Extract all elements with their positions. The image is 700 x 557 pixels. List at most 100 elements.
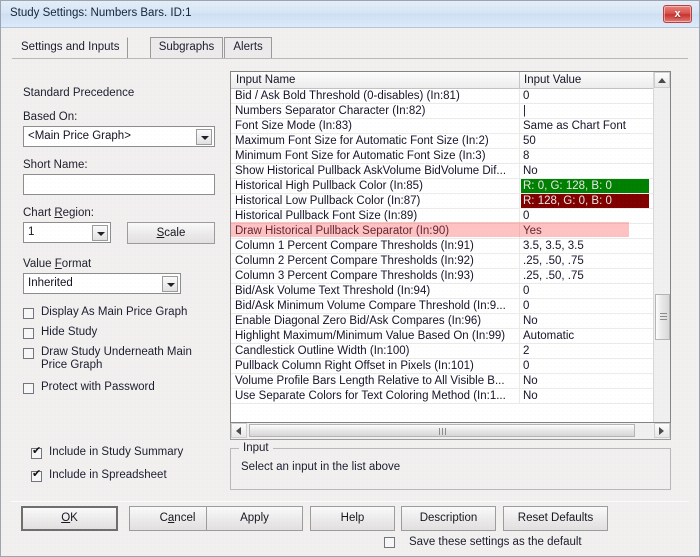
row-input-value: No bbox=[523, 165, 538, 177]
table-row[interactable]: Column 2 Percent Compare Thresholds (In:… bbox=[231, 254, 670, 269]
tab-subgraphs[interactable]: Subgraphs bbox=[149, 37, 224, 59]
checkbox-box[interactable] bbox=[23, 348, 34, 359]
input-group-title: Input bbox=[239, 442, 273, 454]
checkbox-label: Hide Study bbox=[41, 326, 98, 338]
save-default-checkbox[interactable]: Save these settings as the default bbox=[384, 535, 582, 548]
table-row[interactable]: Draw Historical Pullback Separator (In:9… bbox=[231, 224, 670, 239]
column-divider[interactable] bbox=[519, 72, 520, 89]
row-input-name: Numbers Separator Character (In:82) bbox=[235, 105, 426, 117]
row-input-value: No bbox=[523, 375, 538, 387]
checkbox-hide-study[interactable]: Hide Study bbox=[23, 326, 215, 339]
scroll-right-icon[interactable] bbox=[654, 423, 670, 438]
row-column-divider bbox=[519, 149, 520, 164]
checkbox-protect-with-password[interactable]: Protect with Password bbox=[23, 381, 215, 394]
row-column-divider bbox=[519, 104, 520, 119]
chart-region-label-text: Chart Region: bbox=[23, 207, 94, 219]
close-button[interactable]: x bbox=[663, 5, 692, 23]
row-input-name: Pullback Column Right Offset in Pixels (… bbox=[235, 360, 474, 372]
table-row[interactable]: Bid/Ask Volume Text Threshold (In:94) 0 bbox=[231, 284, 670, 299]
checkbox-label: Draw Study Underneath Main Price Graph bbox=[41, 346, 192, 371]
row-input-value: 2 bbox=[523, 345, 530, 357]
button-reset-defaults[interactable]: Reset Defaults bbox=[503, 506, 608, 531]
inputs-list[interactable]: Input Name Input Value Bid / Ask Bold Th… bbox=[230, 71, 671, 423]
based-on-value: <Main Price Graph> bbox=[28, 130, 131, 142]
button-help[interactable]: Help bbox=[310, 506, 395, 531]
row-input-name: Column 2 Percent Compare Thresholds (In:… bbox=[235, 255, 474, 267]
table-row[interactable]: Column 3 Percent Compare Thresholds (In:… bbox=[231, 269, 670, 284]
table-row[interactable]: Historical Pullback Font Size (In:89) 0 bbox=[231, 209, 670, 224]
button-ok[interactable]: OK bbox=[21, 506, 118, 531]
button-label: Reset Defaults bbox=[517, 512, 594, 524]
scroll-left-icon[interactable] bbox=[231, 423, 247, 438]
value-format-label: Value Format bbox=[23, 258, 92, 270]
button-apply[interactable]: Apply bbox=[206, 506, 303, 531]
table-row[interactable]: Bid/Ask Minimum Volume Compare Threshold… bbox=[231, 299, 670, 314]
table-row[interactable]: Historical Low Pullback Color (In:87) R: … bbox=[231, 194, 670, 209]
row-input-value: Yes bbox=[523, 225, 542, 237]
checkbox-label: Display As Main Price Graph bbox=[41, 306, 188, 318]
row-column-divider bbox=[519, 374, 520, 389]
checkbox-display-as-main-price-graph[interactable]: Display As Main Price Graph bbox=[23, 306, 215, 319]
row-input-name: Font Size Mode (In:83) bbox=[235, 120, 352, 132]
table-row[interactable]: Historical High Pullback Color (In:85) R:… bbox=[231, 179, 670, 194]
row-column-divider bbox=[519, 224, 520, 239]
short-name-input[interactable] bbox=[23, 174, 215, 195]
row-input-name: Maximum Font Size for Automatic Font Siz… bbox=[235, 135, 489, 147]
column-header-input-name[interactable]: Input Name bbox=[236, 74, 295, 86]
chart-region-select[interactable]: 1 bbox=[23, 222, 111, 243]
table-row[interactable]: Column 1 Percent Compare Thresholds (In:… bbox=[231, 239, 670, 254]
table-row[interactable]: Pullback Column Right Offset in Pixels (… bbox=[231, 359, 670, 374]
row-input-name: Historical High Pullback Color (In:85) bbox=[235, 180, 423, 192]
chevron-down-icon[interactable] bbox=[92, 225, 108, 241]
footer-divider bbox=[11, 501, 689, 502]
table-row[interactable]: Numbers Separator Character (In:82) | bbox=[231, 104, 670, 119]
checkbox-box[interactable] bbox=[23, 383, 34, 394]
checkbox-box[interactable] bbox=[23, 328, 34, 339]
row-column-divider bbox=[519, 299, 520, 314]
checkbox-box[interactable] bbox=[23, 308, 34, 319]
column-header-input-value[interactable]: Input Value bbox=[524, 74, 581, 86]
table-row[interactable]: Enable Diagonal Zero Bid/Ask Compares (I… bbox=[231, 314, 670, 329]
vertical-scrollbar[interactable] bbox=[653, 72, 670, 422]
row-column-divider bbox=[519, 134, 520, 149]
based-on-select[interactable]: <Main Price Graph> bbox=[23, 126, 215, 147]
scale-button[interactable]: Scale bbox=[127, 222, 215, 244]
checkbox-draw-study-underneath-main-price-graph[interactable]: Draw Study Underneath Main Price Graph bbox=[23, 346, 215, 372]
bottom-checkbox-group: Include in Study Summary Include in Sprea… bbox=[31, 446, 231, 492]
vertical-scroll-thumb[interactable] bbox=[655, 294, 670, 340]
scale-button-label: cale bbox=[164, 227, 186, 239]
table-row[interactable]: Minimum Font Size for Automatic Font Siz… bbox=[231, 149, 670, 164]
tab-alerts[interactable]: Alerts bbox=[224, 37, 272, 59]
color-swatch[interactable]: R: 0, G: 128, B: 0 bbox=[521, 179, 649, 193]
row-column-divider bbox=[519, 209, 520, 224]
row-input-value: .25, .50, .75 bbox=[523, 255, 584, 267]
horizontal-scrollbar[interactable] bbox=[230, 423, 671, 440]
checkbox-box[interactable] bbox=[31, 469, 42, 482]
table-row[interactable]: Font Size Mode (In:83) Same as Chart Font bbox=[231, 119, 670, 134]
table-row[interactable]: Show Historical Pullback AskVolume BidVo… bbox=[231, 164, 670, 179]
checkbox-box[interactable] bbox=[384, 537, 395, 548]
button-label: Apply bbox=[240, 512, 269, 524]
chevron-down-icon[interactable] bbox=[196, 129, 212, 145]
horizontal-scroll-thumb[interactable] bbox=[249, 424, 635, 437]
checkbox-box[interactable] bbox=[31, 446, 42, 459]
scroll-up-icon[interactable] bbox=[654, 72, 670, 88]
value-format-select[interactable]: Inherited bbox=[23, 273, 181, 294]
chevron-down-icon[interactable] bbox=[162, 276, 178, 292]
checkbox-include-in-study-summary[interactable]: Include in Study Summary bbox=[31, 446, 231, 459]
row-column-divider bbox=[519, 239, 520, 254]
tab-underline bbox=[12, 58, 688, 59]
table-row[interactable]: Highlight Maximum/Minimum Value Based On… bbox=[231, 329, 670, 344]
row-column-divider bbox=[519, 359, 520, 374]
table-row[interactable]: Candlestick Outline Width (In:100) 2 bbox=[231, 344, 670, 359]
row-input-name: Bid / Ask Bold Threshold (0-disables) (I… bbox=[235, 90, 460, 102]
color-swatch[interactable]: R: 128, G: 0, B: 0 bbox=[521, 194, 649, 208]
checkbox-include-in-spreadsheet[interactable]: Include in Spreadsheet bbox=[31, 469, 231, 482]
table-row[interactable]: Maximum Font Size for Automatic Font Siz… bbox=[231, 134, 670, 149]
button-description[interactable]: Description bbox=[401, 506, 496, 531]
table-row[interactable]: Use Separate Colors for Text Coloring Me… bbox=[231, 389, 670, 404]
table-row[interactable]: Bid / Ask Bold Threshold (0-disables) (I… bbox=[231, 89, 670, 104]
tab-settings-and-inputs[interactable]: Settings and Inputs bbox=[12, 37, 129, 59]
row-input-name: Candlestick Outline Width (In:100) bbox=[235, 345, 410, 357]
table-row[interactable]: Volume Profile Bars Length Relative to A… bbox=[231, 374, 670, 389]
